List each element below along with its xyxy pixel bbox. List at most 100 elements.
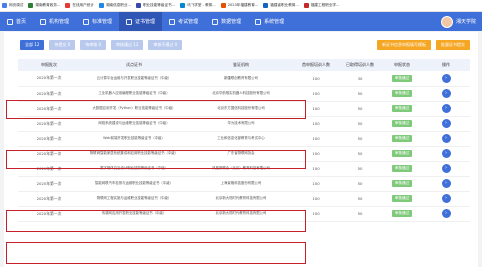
tab-approved[interactable]: 审核通过 12 [111, 40, 144, 50]
bookmark-icon [2, 3, 7, 8]
status-cell: 审核通过 [382, 116, 422, 132]
table-row: 2020年第一次 物联网工程实施与运维职业技能等级证书（中级） 北京新大陆时代教… [18, 191, 470, 207]
bookmark-item[interactable]: 湖南信息职业... [98, 3, 131, 8]
bookmark-item[interactable]: 讯飞学堂 - 教育... [180, 3, 216, 8]
view-icon[interactable]: › [441, 134, 451, 143]
bookmark-label: 在线用户统计 [72, 3, 94, 7]
status-cell: 审核通过 [382, 161, 422, 177]
trained-count-cell: 50 [338, 86, 382, 102]
batch-cell: 2020年第一次 [18, 146, 80, 162]
exam-icon [169, 18, 176, 25]
tab-pending-submit[interactable]: 待提交 0 [49, 40, 76, 50]
org-cell: 北京华航唯实机器人科技股份有限公司 [188, 86, 294, 102]
cert-cell: 数字媒体交互设计职业技能等级证书（中级） [80, 161, 188, 177]
nav-exams[interactable]: 考试管理 [162, 12, 205, 31]
column-header: 试点证书 [80, 59, 188, 71]
org-cell: 华为技术有限公司 [188, 116, 294, 132]
declared-count-cell: 100 [294, 146, 338, 162]
batch-cell: 2020年第一次 [18, 191, 80, 207]
certificate-icon [126, 18, 133, 25]
bookmark-label: 讯飞学堂 - 教育... [187, 3, 216, 7]
batch-cell: 2020年第一次 [18, 71, 80, 87]
declared-count-cell: 100 [294, 116, 338, 132]
status-badge: 审核通过 [391, 180, 413, 187]
cert-cell: 物联网智能家居系统集成和应用职业技能等级证书（中级） [80, 146, 188, 162]
nav-institutions[interactable]: 机构管理 [33, 12, 76, 31]
status-badge: 审核通过 [391, 90, 413, 97]
tab-rejected[interactable]: 审核不通过 0 [148, 40, 183, 50]
bookmark-icon [263, 3, 269, 8]
nav-home[interactable]: 首页 [0, 12, 33, 31]
building-icon [40, 18, 47, 25]
nav-standards[interactable]: 标准管理 [76, 12, 119, 31]
table-header-row: 申报批次 试点证书 鉴证机构 首申报培训人数 已取得培训人数 申报状态 操作 [18, 59, 470, 71]
org-cell: 工业和信息化部教育与考试中心 [188, 131, 294, 147]
bookmarks-bar: 网页调试 湖南教育政务... 在线用户统计 湖南信息职业... 职业技能等级证书… [0, 0, 482, 12]
view-icon[interactable]: › [441, 179, 451, 188]
nav-label: 系统管理 [264, 19, 285, 25]
avatar [440, 15, 453, 28]
bookmark-label: 湖南教育政务... [35, 3, 61, 7]
batch-submit-button[interactable]: 批量证书提交 [436, 40, 470, 50]
op-cell: › [422, 176, 470, 192]
action-buttons: 新证书信息申报填写模板 批量证书提交 [377, 40, 470, 50]
bookmark-item[interactable]: 2023年福建教育... [220, 3, 258, 8]
column-header: 已取得培训人数 [338, 59, 382, 71]
view-icon[interactable]: › [441, 73, 451, 83]
org-cell: 上海景格科技股份有限公司 [188, 176, 294, 192]
table-row: 2020年第一次 物联网智能家居系统集成和应用职业技能等级证书（中级） 广东省物… [18, 146, 470, 162]
trained-count-cell: 50 [338, 131, 382, 147]
nav-certificates[interactable]: 证书管理 [119, 12, 163, 31]
view-icon[interactable]: › [441, 209, 451, 218]
column-header: 鉴证机构 [188, 59, 294, 71]
bookmark-icon [220, 3, 226, 8]
declared-count-cell: 100 [294, 131, 338, 147]
op-cell: › [422, 71, 470, 87]
bookmark-icon [65, 3, 71, 8]
view-icon[interactable]: › [441, 119, 451, 128]
table-row: 2020年第一次 网络系统建设与运维职业技能等级证书（中级） 华为技术有限公司 … [18, 116, 470, 132]
nav-data[interactable]: 数据管理 [205, 12, 248, 31]
cert-cell: 传感网应用开发职业技能等级证书（中级） [80, 206, 188, 222]
bookmark-item[interactable]: 湖南教育政务... [28, 3, 60, 8]
org-cell: 北京新大陆时代教育科技有限公司 [188, 206, 294, 222]
status-cell: 审核通过 [382, 131, 422, 147]
bookmark-item[interactable]: 福建工程职业学... [303, 3, 339, 8]
view-icon[interactable]: › [441, 104, 451, 113]
org-cell: 广东省物联网协会 [188, 146, 294, 162]
trained-count-cell: 50 [338, 101, 382, 117]
bookmark-item[interactable]: 职业技能等级证书... [135, 3, 176, 8]
batch-cell: 2020年第一次 [18, 206, 80, 222]
bookmark-item[interactable]: 福建省职业教育... [263, 3, 299, 8]
status-cell: 审核通过 [382, 146, 422, 162]
bookmark-item[interactable]: 网页调试 [2, 3, 23, 8]
tab-all[interactable]: 全部 12 [20, 40, 45, 50]
home-icon [7, 18, 13, 25]
view-icon[interactable]: › [441, 149, 451, 158]
batch-cell: 2020年第一次 [18, 131, 80, 147]
view-icon[interactable]: › [441, 164, 451, 173]
nav-system[interactable]: 系统管理 [248, 12, 291, 31]
declared-count-cell: 100 [294, 71, 338, 87]
nav-label: 数据管理 [221, 19, 242, 25]
bookmark-icon [180, 3, 186, 8]
status-badge: 审核通过 [391, 150, 413, 157]
template-button[interactable]: 新证书信息申报填写模板 [377, 40, 431, 50]
table-row: 2020年第一次 智能网联汽车检测与运维职业技能等级证书（中级） 上海景格科技股… [18, 176, 470, 192]
certificate-table: 申报批次 试点证书 鉴证机构 首申报培训人数 已取得培训人数 申报状态 操作 2… [18, 59, 470, 222]
tab-pending-review[interactable]: 待审核 0 [80, 40, 107, 50]
op-cell: › [422, 161, 470, 177]
view-icon[interactable]: › [441, 89, 451, 98]
op-cell: › [422, 86, 470, 102]
bookmark-label: 职业技能等级证书... [142, 3, 176, 7]
view-icon[interactable]: › [441, 194, 451, 203]
cert-cell: 智能网联汽车检测与运维职业技能等级证书（中级） [80, 176, 188, 192]
cert-cell: 云计算平台运维与开发职业技能等级证书（中级） [80, 71, 188, 87]
table-row: 2020年第一次 传感网应用开发职业技能等级证书（中级） 北京新大陆时代教育科技… [18, 206, 470, 222]
cert-cell: Web前端开发职业技能等级证书（中级） [80, 131, 188, 147]
user-menu[interactable]: 湘天学院 [440, 14, 476, 29]
status-badge: 审核通过 [391, 135, 413, 142]
bookmark-item[interactable]: 在线用户统计 [65, 3, 94, 8]
status-cell: 审核通过 [382, 101, 422, 117]
nav-label: 考试管理 [178, 19, 199, 25]
